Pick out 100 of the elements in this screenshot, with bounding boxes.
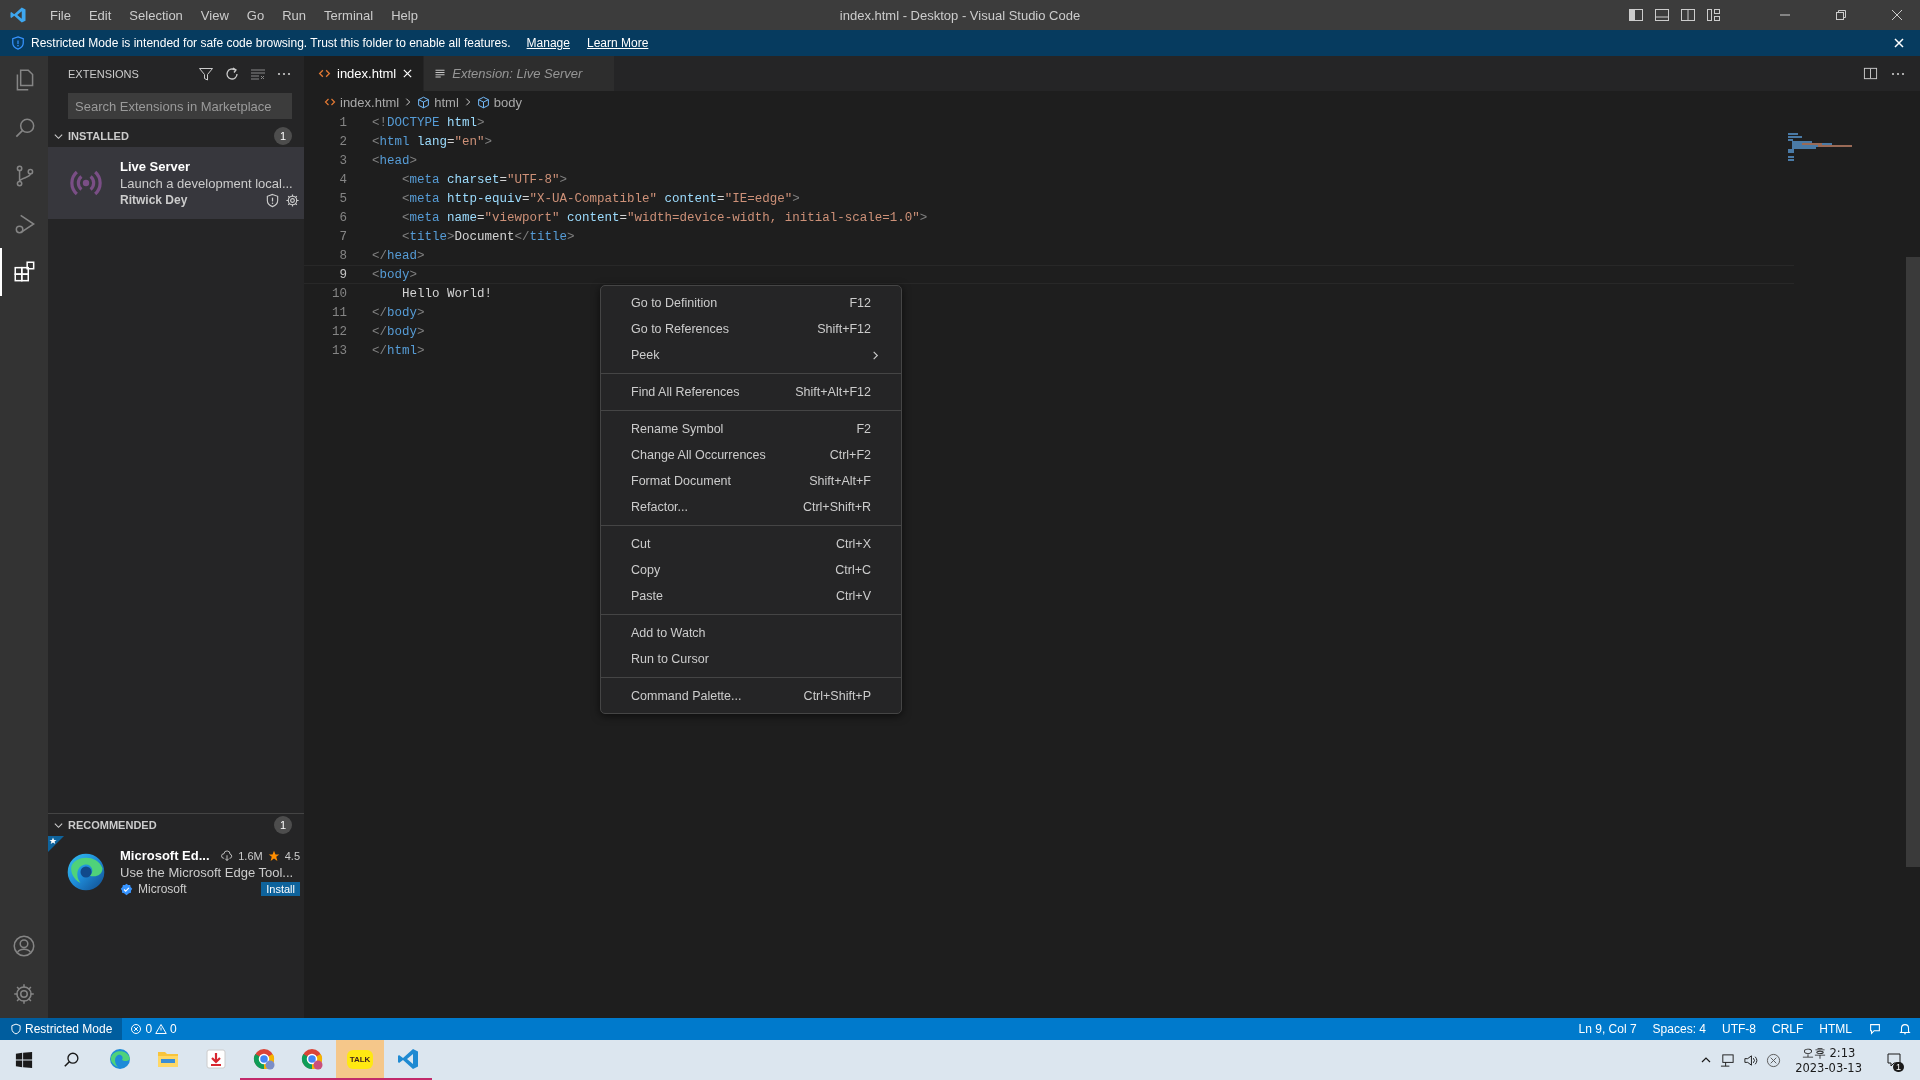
vscode-logo-icon bbox=[9, 6, 27, 24]
toggle-secondary-sidebar-icon[interactable] bbox=[1680, 7, 1696, 23]
section-header[interactable]: INSTALLED 1 bbox=[48, 125, 304, 147]
extension-item[interactable]: Microsoft Ed... 1.6M 4.5 Use the Microsoft Edge Tool... Microsoft Install bbox=[48, 836, 304, 908]
menu-item[interactable]: Selection bbox=[120, 7, 192, 23]
install-button[interactable]: Install bbox=[261, 882, 300, 896]
close-icon[interactable] bbox=[402, 68, 414, 79]
talk-logo-icon: TALK bbox=[346, 1049, 374, 1069]
banner-link[interactable]: Manage bbox=[526, 36, 570, 50]
code-line: <body> bbox=[372, 267, 418, 282]
menu-item[interactable]: Help bbox=[382, 7, 427, 23]
toggle-panel-icon[interactable] bbox=[1654, 7, 1670, 23]
search-icon[interactable] bbox=[63, 1051, 81, 1069]
menu-item[interactable]: Go to Definition F12 bbox=[601, 290, 901, 316]
layout-icon[interactable] bbox=[1706, 7, 1722, 23]
banner-message: Restricted Mode is intended for safe code browsing. Trust this folder to enable all features. bbox=[31, 36, 511, 50]
menu-item[interactable]: Cut Ctrl+X bbox=[601, 531, 901, 557]
restore-icon[interactable] bbox=[1835, 9, 1847, 21]
toggle-sidebar-icon[interactable] bbox=[1628, 7, 1644, 23]
menu-item[interactable]: Command Palette... Ctrl+Shift+P bbox=[601, 683, 901, 709]
scrollbar[interactable] bbox=[1906, 257, 1920, 867]
menu-item[interactable]: Run bbox=[273, 7, 315, 23]
menu-item[interactable]: View bbox=[191, 7, 238, 23]
menu-item[interactable]: Go bbox=[237, 7, 274, 23]
chrome-logo-icon bbox=[300, 1047, 324, 1071]
line-number: 8 bbox=[338, 248, 347, 263]
filter-icon[interactable] bbox=[198, 65, 214, 82]
code-line: <head> bbox=[372, 153, 418, 168]
taskbar-app[interactable]: TALK bbox=[336, 1040, 384, 1080]
account-icon[interactable] bbox=[11, 933, 37, 959]
line-number: 10 bbox=[331, 286, 347, 301]
code-line: <meta name="viewport" content="width=device-width, initial-scale=1.0"> bbox=[401, 210, 928, 225]
shield-icon bbox=[10, 1023, 22, 1035]
editor-tab[interactable]: index.html bbox=[304, 56, 425, 91]
status-item[interactable]: CRLF bbox=[1764, 1022, 1812, 1036]
menu-item[interactable]: Edit bbox=[79, 7, 121, 23]
network-icon[interactable] bbox=[1720, 1052, 1736, 1068]
editor-tab[interactable]: Extension: Live Server bbox=[424, 56, 616, 91]
extension-name: Live Server bbox=[120, 158, 192, 174]
breadcrumb-item[interactable]: body bbox=[493, 94, 522, 110]
menu-item[interactable]: Format Document Shift+Alt+F bbox=[601, 468, 901, 494]
shield-icon[interactable] bbox=[265, 192, 280, 208]
menu-item[interactable]: Copy Ctrl+C bbox=[601, 557, 901, 583]
menu-item[interactable]: Go to References Shift+F12 bbox=[601, 316, 901, 342]
clock[interactable]: 오후 2:13 2023-03-13 bbox=[1795, 1045, 1862, 1075]
notification-button[interactable]: 1 bbox=[1876, 1040, 1912, 1080]
menu-item[interactable]: Terminal bbox=[315, 7, 383, 23]
section-title: INSTALLED bbox=[68, 130, 129, 142]
cube-icon bbox=[476, 95, 490, 109]
search-field[interactable]: Search Extensions in Marketplace bbox=[68, 93, 292, 119]
count-badge: 1 bbox=[274, 816, 292, 834]
status-item[interactable]: Ln 9, Col 7 bbox=[1570, 1022, 1645, 1036]
chrome-logo-icon bbox=[252, 1047, 276, 1071]
extension-description: Use the Microsoft Edge Tool... bbox=[120, 865, 295, 880]
line-number: 12 bbox=[331, 324, 347, 339]
banner-link[interactable]: Learn More bbox=[586, 36, 649, 50]
line-number: 13 bbox=[331, 343, 347, 358]
menu-item[interactable]: Add to Watch bbox=[601, 620, 901, 646]
section-title: RECOMMENDED bbox=[68, 819, 157, 831]
line-number: 7 bbox=[338, 229, 347, 244]
menu-item[interactable]: Peek bbox=[601, 342, 901, 368]
start-icon[interactable] bbox=[15, 1051, 33, 1069]
line-number: 1 bbox=[338, 115, 347, 130]
section-header[interactable]: RECOMMENDED 1 bbox=[48, 813, 304, 836]
shield-icon bbox=[11, 36, 25, 50]
cube-icon bbox=[417, 95, 431, 109]
breadcrumb-item[interactable]: index.html bbox=[340, 94, 400, 110]
star-corner-icon bbox=[48, 836, 64, 852]
volume-icon[interactable] bbox=[1743, 1052, 1759, 1068]
extension-item[interactable]: Live Server Launch a development local... Ritwick Dey bbox=[48, 147, 304, 219]
notification-icon bbox=[1886, 1052, 1902, 1068]
split-editor-icon[interactable] bbox=[1863, 66, 1878, 81]
menu-item[interactable]: Paste Ctrl+V bbox=[601, 583, 901, 609]
settings-icon[interactable] bbox=[11, 981, 37, 1007]
restricted-mode-status[interactable]: Restricted Mode bbox=[0, 1018, 123, 1040]
error-icon bbox=[130, 1023, 143, 1035]
menu-item[interactable]: Refactor... Ctrl+Shift+R bbox=[601, 494, 901, 520]
star-icon bbox=[267, 849, 280, 862]
menu-item[interactable]: Rename Symbol F2 bbox=[601, 416, 901, 442]
menu-item[interactable]: Find All References Shift+Alt+F12 bbox=[601, 379, 901, 405]
code-icon bbox=[318, 67, 331, 80]
extension-description: Launch a development local... bbox=[120, 175, 294, 191]
count-badge: 1 bbox=[274, 127, 292, 145]
download-count: 1.6M bbox=[238, 849, 263, 862]
settings-icon[interactable] bbox=[285, 192, 300, 208]
ime-off-icon[interactable] bbox=[1766, 1052, 1782, 1068]
close-icon[interactable] bbox=[1891, 9, 1903, 21]
menu-item[interactable]: File bbox=[41, 7, 80, 23]
line-number: 3 bbox=[338, 153, 347, 168]
code-line: </html> bbox=[372, 343, 425, 358]
breadcrumb-item[interactable]: html bbox=[434, 94, 459, 110]
status-item[interactable]: Spaces: 4 bbox=[1644, 1022, 1714, 1036]
refresh-icon[interactable] bbox=[224, 65, 240, 82]
menu-item[interactable]: Change All Occurrences Ctrl+F2 bbox=[601, 442, 901, 468]
problems-status[interactable]: 0 0 bbox=[122, 1022, 185, 1036]
status-item[interactable]: UTF-8 bbox=[1714, 1022, 1764, 1036]
extension-publisher: Ritwick Dey bbox=[120, 193, 188, 207]
menu-item[interactable]: Run to Cursor bbox=[601, 646, 901, 672]
line-number: 4 bbox=[338, 172, 347, 187]
status-item[interactable]: HTML bbox=[1811, 1022, 1860, 1036]
